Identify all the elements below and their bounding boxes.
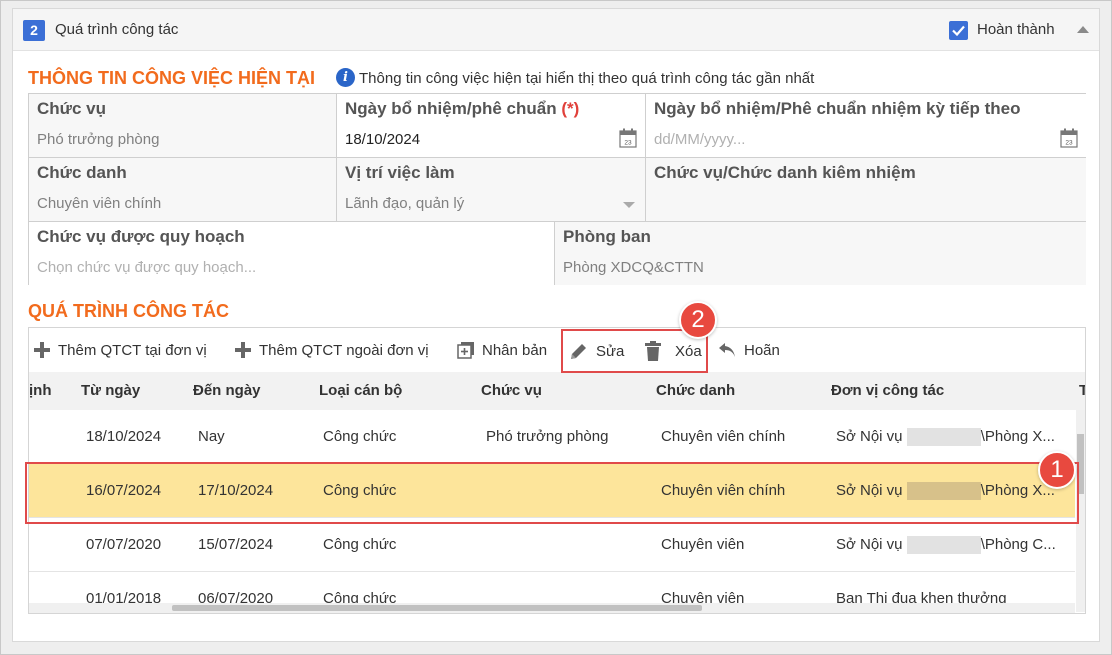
add-external-button[interactable]: Thêm QTCT ngoài đơn vị bbox=[234, 341, 429, 359]
title-field: Chức danh Chuyên viên chính bbox=[29, 158, 337, 222]
cell-to: 15/07/2024 bbox=[198, 536, 274, 553]
annotation-badge-1: 1 bbox=[1038, 451, 1076, 489]
annotation-box-edit-delete bbox=[561, 329, 708, 373]
planned-field[interactable]: Chức vụ được quy hoạch Chọn chức vụ được… bbox=[29, 222, 555, 285]
planned-input[interactable]: Chọn chức vụ được quy hoạch... bbox=[37, 259, 256, 276]
undo-button[interactable]: Hoãn bbox=[717, 341, 780, 359]
history-column-headers: ịnh Từ ngày Đến ngày Loại cán bộ Chức vụ… bbox=[29, 372, 1085, 410]
undo-icon bbox=[719, 343, 735, 357]
scroll-thumb[interactable] bbox=[172, 605, 702, 611]
unit-prefix: Sở Nội vụ bbox=[836, 536, 903, 553]
annotation-box-selected-row bbox=[25, 462, 1079, 524]
appoint-date-label: Ngày bổ nhiệm/phê chuẩn (*) bbox=[345, 99, 579, 119]
chevron-down-icon[interactable] bbox=[623, 202, 635, 208]
column-header[interactable]: Chức vụ bbox=[481, 382, 542, 399]
calendar-icon[interactable]: 23 bbox=[619, 128, 637, 148]
column-header[interactable]: Đến ngày bbox=[193, 382, 261, 399]
cell-type: Công chức bbox=[323, 428, 397, 445]
history-heading: QUÁ TRÌNH CÔNG TÁC bbox=[28, 301, 229, 321]
column-header[interactable]: T bbox=[1079, 382, 1085, 399]
annotation-badge-2: 2 bbox=[679, 301, 717, 339]
duplicate-icon bbox=[457, 342, 474, 359]
table-row[interactable]: 18/10/2024 Nay Công chức Phó trưởng phòn… bbox=[29, 410, 1075, 464]
job-position-select[interactable]: Lãnh đạo, quản lý bbox=[345, 195, 464, 212]
collapse-icon[interactable] bbox=[1077, 26, 1089, 33]
duplicate-button[interactable]: Nhân bản bbox=[457, 341, 547, 359]
add-external-label: Thêm QTCT ngoài đơn vị bbox=[259, 341, 429, 359]
concurrent-label: Chức vụ/Chức danh kiêm nhiệm bbox=[654, 163, 916, 182]
cell-unit: Sở Nội vụ \Phòng X... bbox=[836, 428, 1055, 447]
title-label: Chức danh bbox=[37, 163, 127, 182]
redacted-block bbox=[906, 428, 981, 447]
undo-label: Hoãn bbox=[744, 341, 780, 359]
current-job-form: Chức vụ Phó trưởng phòng Ngày bổ nhiệm/p… bbox=[28, 93, 1086, 285]
svg-text:23: 23 bbox=[624, 140, 632, 147]
done-label[interactable]: Hoàn thành bbox=[977, 21, 1055, 38]
info-icon: i bbox=[336, 68, 355, 87]
position-value: Phó trưởng phòng bbox=[37, 131, 160, 148]
title-value: Chuyên viên chính bbox=[37, 195, 162, 212]
planned-label: Chức vụ được quy hoạch bbox=[37, 227, 245, 246]
add-internal-button[interactable]: Thêm QTCT tại đơn vị bbox=[33, 341, 207, 359]
calendar-icon[interactable]: 23 bbox=[1060, 128, 1078, 148]
job-position-field[interactable]: Vị trí việc làm Lãnh đạo, quản lý bbox=[337, 158, 646, 222]
done-checkbox[interactable] bbox=[949, 21, 968, 40]
horizontal-scrollbar[interactable] bbox=[29, 603, 1075, 613]
concurrent-field: Chức vụ/Chức danh kiêm nhiệm bbox=[646, 158, 1086, 222]
cell-unit: Sở Nội vụ \Phòng C... bbox=[836, 536, 1056, 555]
column-header[interactable]: ịnh bbox=[29, 382, 52, 399]
cell-title: Chuyên viên chính bbox=[661, 428, 786, 445]
position-field: Chức vụ Phó trưởng phòng bbox=[29, 94, 337, 158]
redacted-block bbox=[906, 536, 981, 555]
appoint-date-input[interactable]: 18/10/2024 bbox=[345, 131, 420, 148]
appoint-date-field[interactable]: Ngày bổ nhiệm/phê chuẩn (*) 18/10/2024 2… bbox=[337, 94, 646, 158]
unit-suffix: \Phòng C... bbox=[980, 536, 1056, 553]
duplicate-label: Nhân bản bbox=[482, 341, 548, 359]
next-appoint-input[interactable]: dd/MM/yyyy... bbox=[654, 131, 745, 148]
department-label: Phòng ban bbox=[563, 227, 651, 246]
current-job-heading: THÔNG TIN CÔNG VIỆC HIỆN TẠI bbox=[28, 68, 316, 88]
cell-type: Công chức bbox=[323, 536, 397, 553]
cell-position: Phó trưởng phòng bbox=[486, 428, 609, 445]
section-panel: 2 Quá trình công tác Hoàn thành THÔNG TI… bbox=[12, 8, 1100, 642]
plus-icon bbox=[235, 342, 251, 358]
history-toolbar: Thêm QTCT tại đơn vị Thêm QTCT ngoài đơn… bbox=[29, 328, 1085, 372]
info-text: Thông tin công việc hiện tại hiển thị th… bbox=[359, 70, 815, 87]
unit-suffix: \Phòng X... bbox=[980, 428, 1055, 445]
column-header[interactable]: Loại cán bộ bbox=[319, 382, 402, 399]
department-value: Phòng XDCQ&CTTN bbox=[563, 259, 704, 276]
cell-from: 07/07/2020 bbox=[86, 536, 162, 553]
table-row[interactable]: 07/07/2020 15/07/2024 Công chức Chuyên v… bbox=[29, 518, 1075, 572]
next-appoint-field[interactable]: Ngày bổ nhiệm/Phê chuẩn nhiệm kỳ tiếp th… bbox=[646, 94, 1086, 158]
unit-prefix: Sở Nội vụ bbox=[836, 428, 903, 445]
add-internal-label: Thêm QTCT tại đơn vị bbox=[58, 341, 207, 359]
cell-title: Chuyên viên bbox=[661, 536, 745, 553]
column-header[interactable]: Đơn vị công tác bbox=[831, 382, 944, 399]
job-position-label: Vị trí việc làm bbox=[345, 163, 455, 182]
column-header[interactable]: Chức danh bbox=[656, 382, 735, 399]
plus-icon bbox=[34, 342, 50, 358]
section-header[interactable]: 2 Quá trình công tác Hoàn thành bbox=[13, 9, 1099, 51]
cell-from: 18/10/2024 bbox=[86, 428, 162, 445]
svg-text:23: 23 bbox=[1065, 140, 1073, 147]
next-appoint-label: Ngày bổ nhiệm/Phê chuẩn nhiệm kỳ tiếp th… bbox=[654, 99, 1021, 118]
cell-to: Nay bbox=[198, 428, 225, 445]
appoint-date-label-text: Ngày bổ nhiệm/phê chuẩn bbox=[345, 99, 557, 118]
section-title: Quá trình công tác bbox=[55, 21, 179, 38]
column-header[interactable]: Từ ngày bbox=[81, 382, 140, 399]
department-field: Phòng ban Phòng XDCQ&CTTN bbox=[555, 222, 1086, 285]
required-mark: (*) bbox=[561, 99, 580, 118]
position-label: Chức vụ bbox=[37, 99, 106, 118]
section-number: 2 bbox=[23, 20, 45, 41]
check-icon bbox=[952, 25, 965, 37]
